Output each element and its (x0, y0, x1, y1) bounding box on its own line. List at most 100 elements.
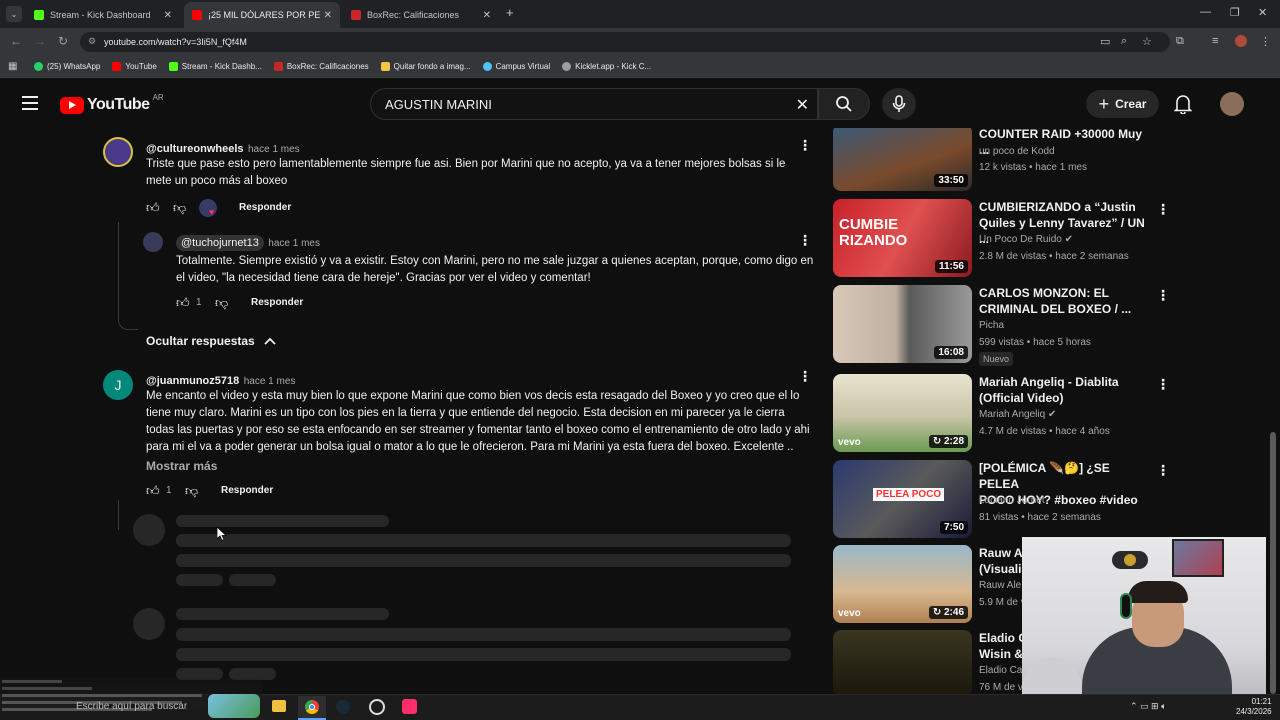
video-thumbnail[interactable]: PELEA POCO 7:50 (833, 460, 972, 538)
channel-name[interactable]: Rauw Ale (979, 580, 1021, 591)
video-title[interactable]: CARLOS MONZON: EL CRIMINAL DEL BOXEO / .… (979, 285, 1151, 317)
avatar[interactable] (143, 232, 163, 252)
site-info-icon[interactable]: ⚙ (88, 36, 96, 47)
avatar[interactable] (103, 137, 133, 167)
chrome-taskbar-button[interactable] (298, 696, 326, 720)
account-avatar[interactable] (1220, 92, 1244, 116)
video-thumbnail[interactable]: 16:08 (833, 285, 972, 363)
hamburger-menu-icon[interactable] (22, 96, 38, 110)
comment-time[interactable]: hace 1 mes (244, 376, 296, 387)
tab-list-icon[interactable]: ≡ (1212, 35, 1218, 47)
video-menu-icon[interactable]: ⋮ (1156, 376, 1170, 393)
back-icon[interactable]: ← (10, 34, 22, 48)
comment-menu-icon[interactable]: ⋮ (798, 137, 812, 154)
address-bar[interactable]: ⚙ youtube.com/watch?v=3Ii5N_fQf4M (80, 32, 1170, 52)
tab-youtube-video[interactable]: ¡25 MIL DÓLARES POR PERDER ✕ (184, 2, 340, 28)
video-thumbnail[interactable]: 33:50 (833, 128, 972, 191)
new-tab-button[interactable]: + (506, 5, 514, 20)
tab-boxrec[interactable]: BoxRec: Calificaciones ✕ (343, 2, 499, 28)
reply-button[interactable]: Responder (251, 297, 303, 308)
extensions-icon[interactable]: ⧉ (1176, 35, 1184, 48)
tiktok-icon[interactable] (402, 699, 417, 714)
bookmark-whatsapp[interactable]: (25) WhatsApp (34, 62, 100, 71)
hide-replies-button[interactable]: Ocultar respuestas (146, 334, 277, 348)
video-menu-icon[interactable]: ⋮ (1156, 201, 1170, 218)
search-button[interactable] (818, 88, 870, 120)
channel-name[interactable]: Eladio Ca (979, 665, 1022, 676)
reply-button[interactable]: Responder (239, 202, 291, 213)
obs-icon[interactable] (369, 699, 385, 715)
close-tab-icon[interactable]: ✕ (324, 10, 332, 21)
search-input[interactable]: AGUSTIN MARINI ✕ (370, 88, 818, 120)
voice-search-button[interactable] (882, 88, 916, 120)
video-item[interactable]: PELEA POCO 7:50 [POLÉMICA 🪶🤔] ¿SE PELEA … (833, 460, 1173, 540)
video-thumbnail[interactable] (833, 630, 972, 694)
comment-time[interactable]: hace 1 mes (248, 144, 300, 155)
taskbar-clock[interactable]: 01:21 24/3/2026 (1236, 697, 1272, 717)
taskbar-search[interactable]: Escribe aquí para buscar (76, 701, 187, 712)
like-icon[interactable]: 👍︎ (146, 200, 160, 216)
page-scrollbar[interactable] (1270, 432, 1276, 694)
channel-name[interactable]: Luciano Jurnet (979, 495, 1045, 506)
comment-author[interactable]: @cultureonwheels (146, 143, 244, 155)
clear-search-icon[interactable]: ✕ (796, 95, 809, 115)
browser-tab-strip: ⌄ Stream - Kick Dashboard ✕ ¡25 MIL DÓLA… (0, 0, 1280, 28)
close-tab-icon[interactable]: ✕ (164, 10, 172, 21)
menu-icon[interactable]: ⋮ (1260, 35, 1271, 48)
like-icon[interactable]: 👍︎ (176, 295, 190, 311)
apps-icon[interactable]: ▦ (8, 61, 17, 72)
bookmark-kick[interactable]: Stream - Kick Dashb... (168, 62, 262, 71)
comment-menu-icon[interactable]: ⋮ (798, 232, 812, 249)
video-item[interactable]: CUMBIE RIZANDO 11:56 CUMBIERIZANDO a “Ju… (833, 199, 1173, 279)
bookmark-kicklet[interactable]: Kicklet.app - Kick C... (562, 62, 651, 71)
tab-kick-dashboard[interactable]: Stream - Kick Dashboard ✕ (26, 2, 180, 28)
like-icon[interactable]: 👍︎ (146, 483, 160, 499)
minimize-icon[interactable]: — (1200, 6, 1211, 18)
channel-name[interactable]: Picha (979, 320, 1004, 331)
reply-button[interactable]: Responder (221, 485, 273, 496)
comment-author[interactable]: @juanmunoz5718 (146, 375, 239, 387)
channel-name[interactable]: un poco de Kodd (979, 146, 1055, 157)
dislike-icon[interactable]: 👎︎ (185, 483, 198, 499)
dislike-icon[interactable]: 👎︎ (173, 200, 186, 216)
bookmark-youtube[interactable]: YouTube (112, 62, 157, 71)
close-tab-icon[interactable]: ✕ (483, 10, 491, 21)
video-item[interactable]: 16:08 CARLOS MONZON: EL CRIMINAL DEL BOX… (833, 285, 1173, 366)
bookmark-campus-virtual[interactable]: Campus Virtual (482, 62, 550, 71)
heart-icon: ♥ (209, 207, 215, 217)
close-window-icon[interactable]: ✕ (1258, 6, 1267, 19)
notifications-button[interactable] (1173, 94, 1193, 119)
video-title[interactable]: Mariah Angeliq - Diablita (Official Vide… (979, 374, 1151, 406)
video-thumbnail[interactable]: CUMBIE RIZANDO 11:56 (833, 199, 972, 277)
bookmark-star-icon[interactable]: ☆ (1142, 35, 1152, 48)
profile-avatar[interactable] (1235, 35, 1247, 47)
bookmark-boxrec[interactable]: BoxRec: Calificaciones (273, 62, 369, 71)
steam-icon[interactable] (336, 700, 350, 714)
comment-menu-icon[interactable]: ⋮ (798, 368, 812, 385)
video-thumbnail[interactable]: vevo ↻ 2:46 (833, 545, 972, 623)
system-tray-icons[interactable]: ⌃ ▭ ⊞ 🔈︎ (1130, 701, 1167, 712)
create-button[interactable]: + Crear (1086, 90, 1159, 118)
tab-search-button[interactable]: ⌄ (6, 6, 22, 22)
video-item[interactable]: vevo ↻ 2:28 Mariah Angeliq - Diablita (O… (833, 374, 1173, 454)
skeleton-line (176, 574, 223, 586)
youtube-logo[interactable]: YouTube AR (60, 93, 164, 114)
show-more-button[interactable]: Mostrar más (146, 459, 217, 473)
avatar[interactable]: J (103, 370, 133, 400)
channel-name[interactable]: Un Poco De Ruido ✔ (979, 234, 1073, 245)
dislike-icon[interactable]: 👎︎ (215, 295, 228, 311)
restore-icon[interactable]: ❐ (1230, 6, 1240, 19)
channel-name[interactable]: Mariah Angeliq ✔ (979, 409, 1056, 420)
bookmark-quitar-fondo[interactable]: Quitar fondo a imag... (380, 62, 471, 71)
video-item[interactable]: 33:50 COUNTER RAID +30000 Muy ... un poc… (833, 128, 1173, 202)
comment-time[interactable]: hace 1 mes (268, 238, 320, 249)
comment-author[interactable]: @tuchojurnet13 (176, 235, 264, 251)
file-explorer-icon[interactable] (272, 700, 286, 712)
cast-icon[interactable]: ▭ (1100, 35, 1110, 48)
video-thumbnail[interactable]: vevo ↻ 2:28 (833, 374, 972, 452)
zoom-icon[interactable]: ⌕ (1121, 35, 1127, 48)
forward-icon[interactable]: → (34, 34, 46, 48)
video-menu-icon[interactable]: ⋮ (1156, 287, 1170, 304)
reload-icon[interactable]: ↻ (58, 34, 68, 48)
video-menu-icon[interactable]: ⋮ (1156, 462, 1170, 479)
